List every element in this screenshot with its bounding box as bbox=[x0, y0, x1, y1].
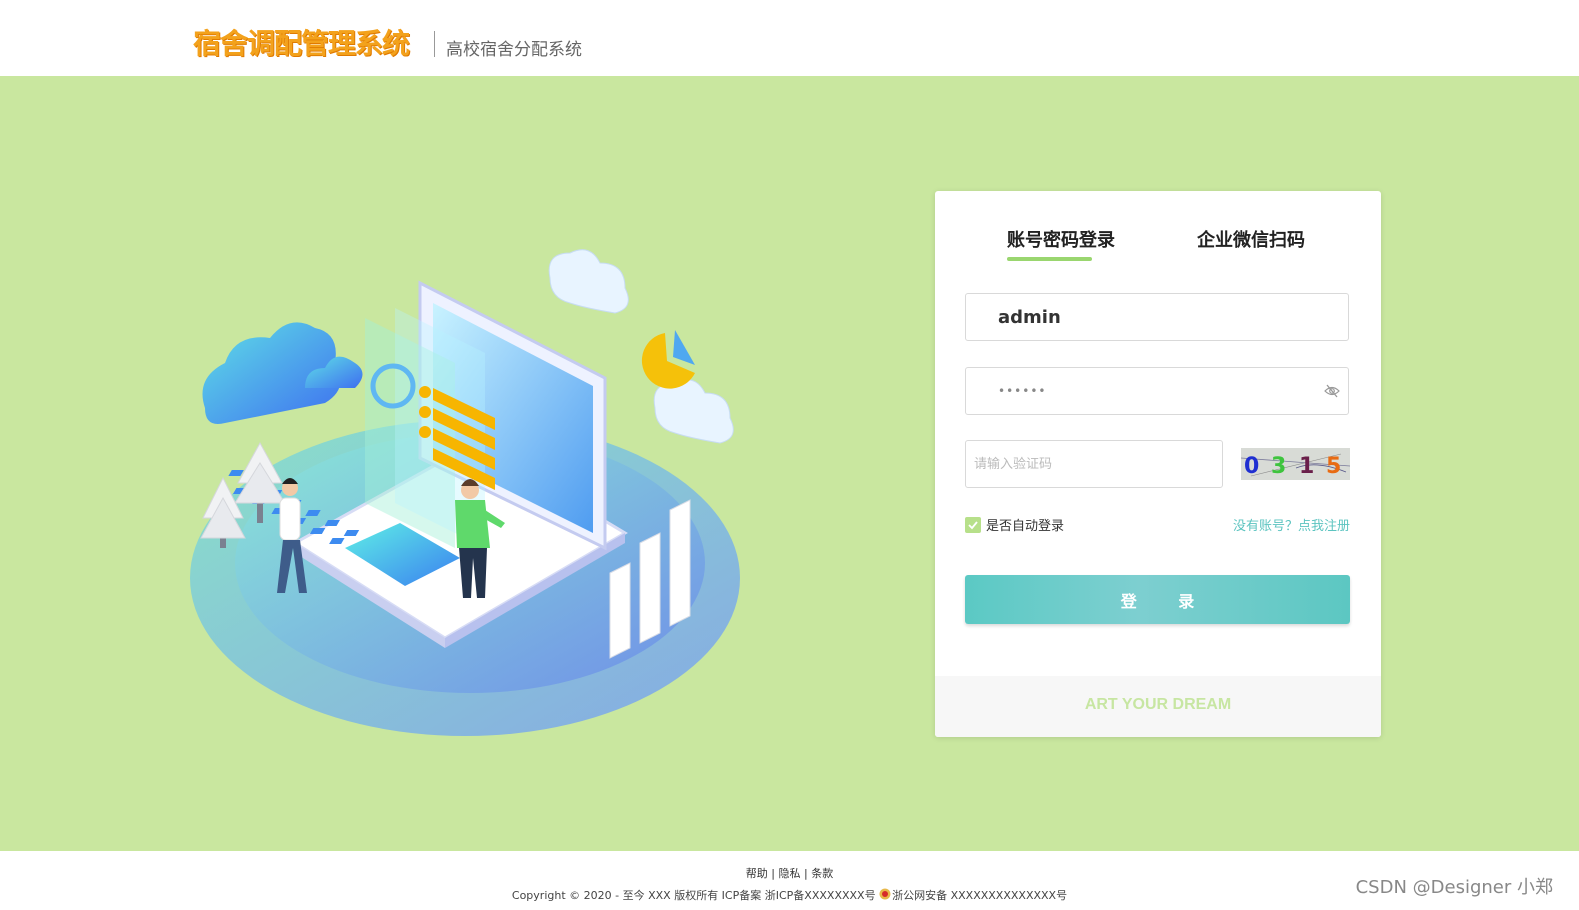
remember-label: 是否自动登录 bbox=[986, 519, 1065, 534]
card-footer: ART YOUR DREAM bbox=[935, 676, 1381, 737]
remember-checkbox[interactable] bbox=[965, 516, 981, 533]
tab-account-password[interactable]: 账号密码登录 bbox=[1007, 226, 1115, 252]
eye-slash-icon[interactable] bbox=[1324, 383, 1340, 399]
logo-divider bbox=[434, 31, 435, 57]
police-record-text[interactable]: 浙公网安备 XXXXXXXXXXXXXX号 bbox=[892, 889, 1067, 902]
tab-wechat-scan[interactable]: 企业微信扫码 bbox=[1197, 226, 1305, 252]
slogan-text: ART YOUR DREAM bbox=[1084, 696, 1232, 713]
login-card: 账号密码登录 企业微信扫码 0 3 1 5 是否自动登录 没有账号？点我注册 bbox=[935, 191, 1381, 737]
svg-text:0: 0 bbox=[1244, 454, 1259, 479]
hero-illustration bbox=[190, 249, 740, 736]
copyright-text: Copyright © 2020 - 至今 XXX 版权所有 ICP备案 浙IC… bbox=[511, 889, 876, 902]
header: 宿舍调配管理系统 高校宿舍分配系统 bbox=[0, 0, 1579, 76]
svg-text:3: 3 bbox=[1271, 454, 1286, 479]
username-field[interactable] bbox=[965, 293, 1349, 341]
cloud-top-icon bbox=[548, 249, 629, 314]
password-input[interactable] bbox=[966, 368, 1348, 414]
login-button[interactable]: 登 录 bbox=[965, 575, 1350, 624]
footer-link-help[interactable]: 帮助 bbox=[746, 867, 768, 880]
police-badge-icon bbox=[879, 888, 891, 900]
footer-link-terms[interactable]: 条款 bbox=[811, 867, 833, 880]
captcha-input[interactable] bbox=[966, 441, 1222, 487]
svg-text:5: 5 bbox=[1326, 454, 1341, 479]
logo-title[interactable]: 宿舍调配管理系统 bbox=[193, 22, 410, 62]
captcha-field[interactable] bbox=[965, 440, 1223, 488]
username-input[interactable] bbox=[966, 294, 1348, 340]
watermark-text: CSDN @Designer 小郑 bbox=[1355, 877, 1553, 898]
cloud-right-icon bbox=[653, 379, 734, 444]
logo-subtitle: 高校宿舍分配系统 bbox=[446, 40, 582, 60]
password-field[interactable] bbox=[965, 367, 1349, 415]
active-tab-indicator bbox=[1007, 257, 1092, 261]
footer-link-privacy[interactable]: 隐私 bbox=[779, 867, 801, 880]
page-footer: 帮助 | 隐私 | 条款 Copyright © 2020 - 至今 XXX 版… bbox=[0, 851, 1579, 910]
captcha-image[interactable]: 0 3 1 5 bbox=[1241, 448, 1350, 480]
checkbox-check-icon bbox=[968, 520, 978, 529]
footer-copyright-line: Copyright © 2020 - 至今 XXX 版权所有 ICP备案 浙IC… bbox=[0, 887, 1579, 903]
svg-text:1: 1 bbox=[1299, 454, 1314, 479]
register-link[interactable]: 没有账号？点我注册 bbox=[1233, 515, 1350, 534]
remember-me[interactable]: 是否自动登录 bbox=[965, 515, 1064, 534]
footer-links: 帮助 | 隐私 | 条款 bbox=[745, 867, 834, 880]
